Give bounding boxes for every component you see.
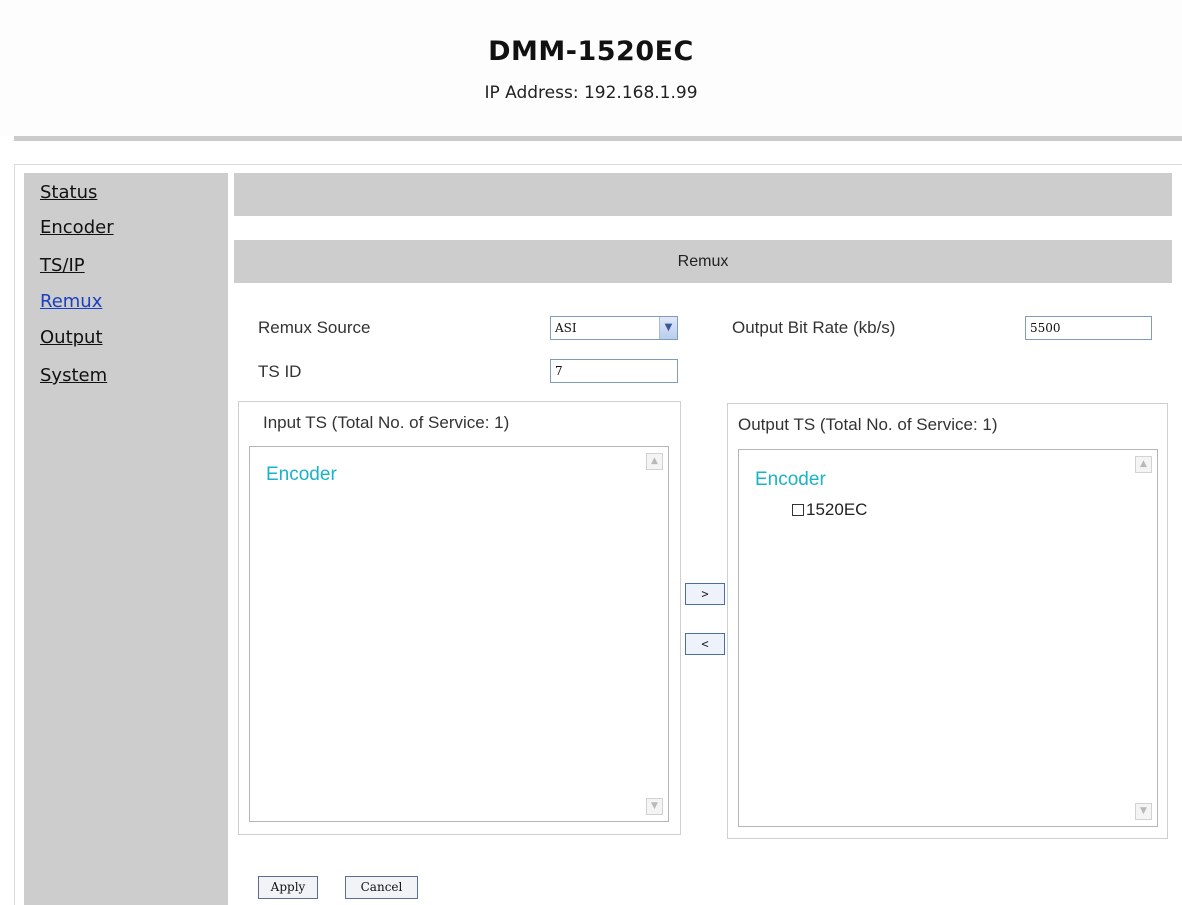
sidebar-item-status[interactable]: Status bbox=[40, 182, 97, 203]
output-ts-panel: Output TS (Total No. of Service: 1) Enco… bbox=[727, 403, 1168, 839]
scroll-up-icon[interactable]: ▲ bbox=[646, 453, 663, 470]
output-service-item[interactable]: 1520EC bbox=[792, 500, 867, 520]
input-ts-title: Input TS (Total No. of Service: 1) bbox=[263, 413, 510, 432]
scroll-down-icon[interactable]: ▼ bbox=[646, 798, 663, 815]
remux-source-select[interactable]: ASI ▼ bbox=[550, 316, 678, 340]
cancel-button[interactable]: Cancel bbox=[345, 876, 418, 899]
move-right-button[interactable]: > bbox=[685, 583, 725, 605]
sidebar-nav: Status Encoder TS/IP Remux Output System bbox=[24, 173, 228, 905]
remux-source-value: ASI bbox=[555, 321, 577, 335]
output-bit-rate-label: Output Bit Rate (kb/s) bbox=[732, 318, 896, 337]
move-left-button[interactable]: < bbox=[685, 633, 725, 655]
input-ts-list[interactable]: Encoder ▲ ▼ bbox=[249, 446, 669, 822]
output-ts-group-encoder[interactable]: Encoder bbox=[755, 469, 826, 491]
frame-left-border bbox=[14, 164, 15, 905]
scroll-up-icon[interactable]: ▲ bbox=[1135, 456, 1152, 473]
sidebar-item-ts-ip[interactable]: TS/IP bbox=[40, 255, 85, 276]
apply-button[interactable]: Apply bbox=[258, 876, 318, 899]
output-ts-title: Output TS (Total No. of Service: 1) bbox=[738, 415, 998, 434]
remux-source-label: Remux Source bbox=[258, 318, 371, 337]
input-ts-panel: Input TS (Total No. of Service: 1) Encod… bbox=[238, 401, 681, 835]
scroll-down-icon[interactable]: ▼ bbox=[1135, 803, 1152, 820]
frame-top-border bbox=[14, 164, 1182, 165]
section-title: Remux bbox=[234, 240, 1172, 283]
output-bit-rate-input[interactable]: 5500 bbox=[1025, 316, 1152, 340]
ts-id-input[interactable]: 7 bbox=[550, 359, 678, 383]
sidebar-item-output[interactable]: Output bbox=[40, 327, 103, 348]
header-divider bbox=[14, 136, 1182, 141]
chevron-down-icon[interactable]: ▼ bbox=[659, 317, 677, 339]
device-title: DMM-1520EC bbox=[488, 36, 694, 67]
sidebar-item-system[interactable]: System bbox=[40, 365, 107, 386]
page-header: DMM-1520EC IP Address: 192.168.1.99 bbox=[0, 0, 1182, 136]
sidebar-item-remux[interactable]: Remux bbox=[40, 291, 102, 312]
ip-address: IP Address: 192.168.1.99 bbox=[484, 83, 698, 103]
sidebar-item-encoder[interactable]: Encoder bbox=[40, 217, 114, 238]
service-checkbox[interactable] bbox=[792, 504, 804, 516]
input-ts-group-encoder[interactable]: Encoder bbox=[266, 464, 337, 486]
output-ts-list[interactable]: Encoder 1520EC ▲ ▼ bbox=[738, 449, 1158, 827]
service-label: 1520EC bbox=[806, 500, 868, 519]
top-banner-bar bbox=[234, 173, 1172, 216]
ts-id-label: TS ID bbox=[258, 362, 302, 381]
